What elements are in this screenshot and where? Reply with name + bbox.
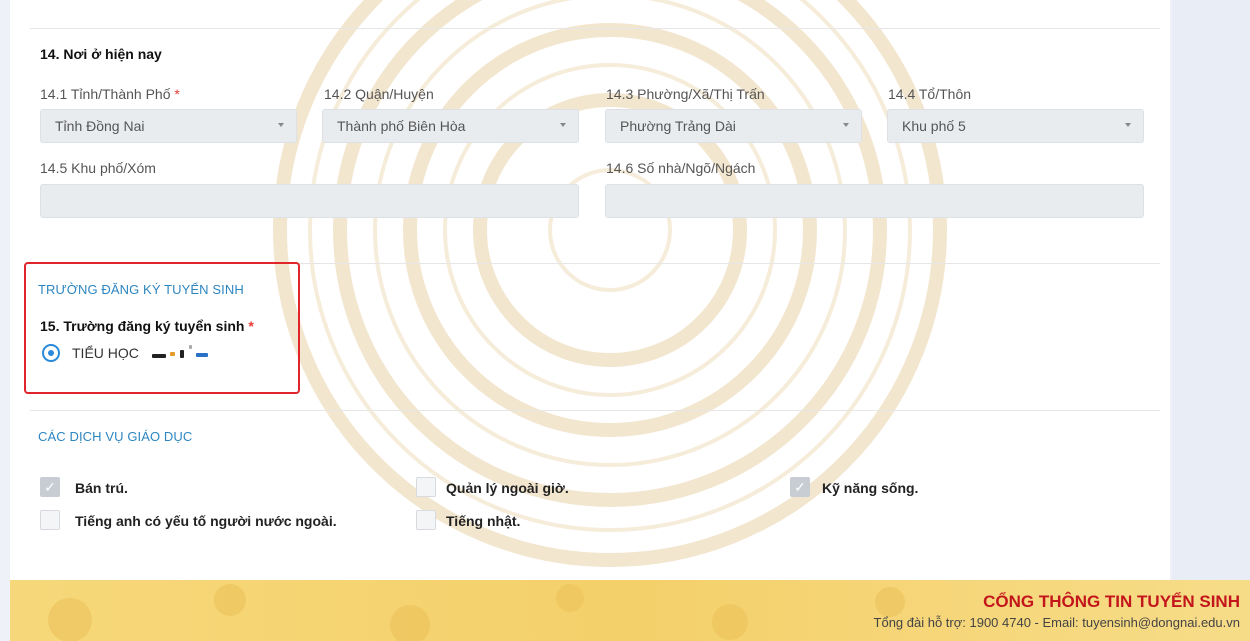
district-label: 14.2 Quận/Huyện bbox=[324, 86, 434, 102]
house-label: 14.6 Số nhà/Ngõ/Ngách bbox=[606, 160, 756, 176]
province-select-value: Tỉnh Đồng Nai bbox=[55, 118, 145, 134]
quarter-label: 14.5 Khu phố/Xóm bbox=[40, 160, 156, 176]
ward-select[interactable]: Phường Trảng Dài bbox=[605, 109, 862, 143]
service-label-ban-tru: Bán trú. bbox=[75, 480, 128, 496]
service-checkbox-tieng-nhat[interactable] bbox=[416, 510, 436, 530]
hamlet-select-value: Khu phố 5 bbox=[902, 118, 966, 134]
service-label-tieng-nhat: Tiếng nhật. bbox=[446, 513, 521, 529]
address-section-title: 14. Nơi ở hiện nay bbox=[40, 46, 162, 62]
school-section-heading: TRƯỜNG ĐĂNG KÝ TUYỂN SINH bbox=[38, 282, 244, 297]
divider-top bbox=[30, 28, 1160, 29]
service-checkbox-tieng-anh[interactable] bbox=[40, 510, 60, 530]
check-icon: ✓ bbox=[44, 479, 56, 495]
site-footer: CỔNG THÔNG TIN TUYỂN SINH Tổng đài hỗ tr… bbox=[10, 580, 1250, 641]
chevron-down-icon bbox=[843, 123, 849, 127]
footer-contact-info: Tổng đài hỗ trợ: 1900 4740 - Email: tuye… bbox=[873, 615, 1240, 630]
hamlet-label: 14.4 Tổ/Thôn bbox=[888, 86, 972, 102]
chevron-down-icon bbox=[1125, 123, 1131, 127]
service-label-tieng-anh: Tiếng anh có yếu tố người nước ngoài. bbox=[75, 513, 337, 529]
ward-select-value: Phường Trảng Dài bbox=[620, 118, 736, 134]
quarter-input[interactable] bbox=[40, 184, 579, 218]
check-icon: ✓ bbox=[794, 479, 806, 495]
services-section-heading: CÁC DỊCH VỤ GIÁO DỤC bbox=[38, 429, 193, 444]
service-label-quan-ly-ngoai-gio: Quản lý ngoài giờ. bbox=[446, 480, 569, 496]
chevron-down-icon bbox=[560, 123, 566, 127]
service-label-ky-nang-song: Kỹ năng sống. bbox=[822, 480, 919, 496]
registration-form-panel: 14. Nơi ở hiện nay 14.1 Tỉnh/Thành Phố *… bbox=[10, 0, 1170, 580]
house-input[interactable] bbox=[605, 184, 1144, 218]
service-checkbox-ban-tru[interactable]: ✓ bbox=[40, 477, 60, 497]
hamlet-select[interactable]: Khu phố 5 bbox=[887, 109, 1144, 143]
chevron-down-icon bbox=[278, 123, 284, 127]
district-select[interactable]: Thành phố Biên Hòa bbox=[322, 109, 579, 143]
divider-services bbox=[30, 410, 1160, 411]
school-radio-option[interactable] bbox=[42, 344, 60, 362]
province-select[interactable]: Tỉnh Đồng Nai bbox=[40, 109, 297, 143]
province-label: 14.1 Tỉnh/Thành Phố * bbox=[40, 86, 180, 102]
district-select-value: Thành phố Biên Hòa bbox=[337, 118, 466, 134]
footer-portal-title: CỔNG THÔNG TIN TUYỂN SINH bbox=[983, 592, 1240, 611]
school-question-label: 15. Trường đăng ký tuyển sinh * bbox=[40, 318, 254, 334]
school-option-label[interactable]: TIỂU HỌC bbox=[72, 345, 139, 361]
ward-label: 14.3 Phường/Xã/Thị Trấn bbox=[606, 86, 765, 102]
service-checkbox-ky-nang-song[interactable]: ✓ bbox=[790, 477, 810, 497]
right-gutter bbox=[1172, 0, 1250, 580]
service-checkbox-quan-ly-ngoai-gio[interactable] bbox=[416, 477, 436, 497]
